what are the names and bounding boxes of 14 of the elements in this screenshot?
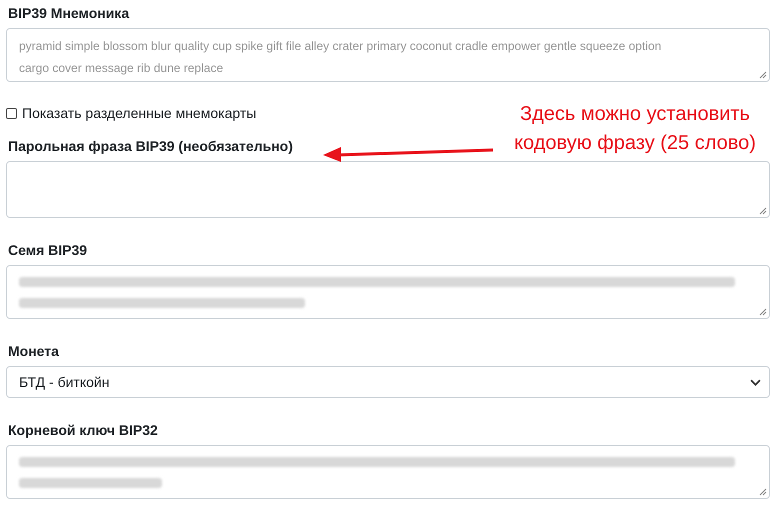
field-label: Монета	[8, 342, 59, 361]
checkbox[interactable]	[6, 108, 17, 118]
field-label: Корневой ключ BIP32	[8, 421, 158, 440]
field-label: BIP39 Мнемоника	[8, 4, 130, 23]
resize-grip-icon[interactable]	[759, 488, 767, 496]
checkbox-label[interactable]: Показать разделенные мнемокарты	[22, 105, 256, 121]
coin-select[interactable]: БТД - биткойн	[6, 366, 770, 398]
resize-grip-icon[interactable]	[759, 207, 767, 215]
resize-grip-icon[interactable]	[759, 308, 767, 316]
resize-grip-icon[interactable]	[759, 71, 767, 79]
caret-icon	[750, 378, 761, 386]
annotation-text: Здесь можно установить кодовую фразу (25 слово)	[513, 102, 757, 156]
field-label: Парольная фраза BIP39 (необязательно)	[8, 137, 293, 156]
field-label: Семя BIP39	[8, 241, 88, 260]
